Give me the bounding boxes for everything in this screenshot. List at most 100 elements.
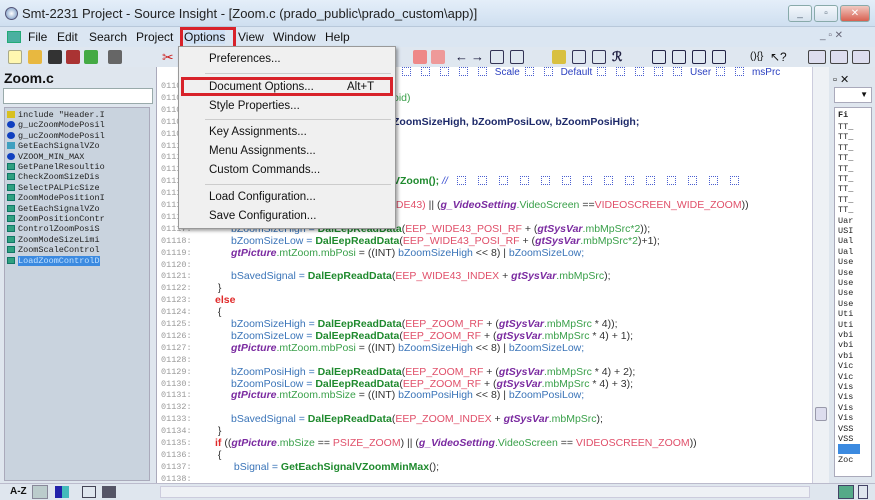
relation-item[interactable]: TT_ <box>838 143 853 153</box>
close-button[interactable]: ✕ <box>840 5 870 22</box>
relation-item[interactable]: vbi <box>838 351 853 361</box>
minimize-button[interactable]: _ <box>788 5 812 22</box>
relation-item[interactable]: Vis <box>838 413 853 423</box>
lock-icon[interactable] <box>552 50 566 64</box>
relation-item[interactable]: Vis <box>838 382 853 392</box>
relation-item[interactable]: Uti <box>838 320 853 330</box>
relation-item[interactable] <box>838 444 860 455</box>
context-icon[interactable] <box>830 50 848 64</box>
relation-window-icon[interactable] <box>852 50 870 64</box>
cut-icon[interactable]: ✂ <box>162 50 176 64</box>
vertical-scrollbar[interactable] <box>812 67 829 485</box>
relation-item[interactable]: TT_ <box>838 205 853 215</box>
menu-search[interactable]: Search <box>89 30 127 44</box>
relation-item[interactable]: Zoc <box>838 455 853 465</box>
relation-item[interactable]: Use <box>838 257 853 267</box>
relation-item[interactable]: vbi <box>838 330 853 340</box>
relation-item[interactable]: TT_ <box>838 174 853 184</box>
forward-icon[interactable]: → <box>471 50 485 64</box>
symbol-item[interactable]: LoadZoomControlD <box>7 255 137 266</box>
relation-item[interactable]: Vic <box>838 361 853 371</box>
symbol-default[interactable]: Default <box>561 67 593 78</box>
horizontal-split-icon[interactable] <box>692 50 706 64</box>
cascade-icon[interactable] <box>712 50 726 64</box>
relation-item[interactable]: Uti <box>838 309 853 319</box>
relation-item[interactable]: VSS <box>838 434 853 444</box>
symbol-item[interactable]: g_ucZoomModePosil <box>7 131 137 141</box>
browse-icon[interactable] <box>82 486 96 498</box>
symbol-item[interactable]: GetPanelResoultio <box>7 162 137 172</box>
menu-item-style-properties[interactable]: Style Properties... <box>209 100 300 112</box>
symbol-msprc[interactable]: msPrc <box>752 67 780 78</box>
symbol-item[interactable]: ControlZoomPosiS <box>7 224 137 234</box>
back-icon[interactable]: ← <box>455 50 469 64</box>
relation-item[interactable]: Vis <box>838 392 853 402</box>
symbol-item[interactable]: GetEachSignalVZo <box>7 204 137 214</box>
panel-pin-close-icon[interactable]: ▫ ✕ <box>833 73 849 86</box>
symbol-item[interactable]: ZoomPositionContr <box>7 214 137 224</box>
relation-item[interactable]: TT_ <box>838 132 853 142</box>
symbol-search-input[interactable] <box>3 88 153 104</box>
symbol-item[interactable]: CheckZoomSizeDis <box>7 172 137 182</box>
help-cursor-icon[interactable]: ↖? <box>770 50 787 64</box>
relation-item[interactable]: USI <box>838 226 853 236</box>
relation-item[interactable]: TT_ <box>838 122 853 132</box>
relation-item[interactable]: TT_ <box>838 195 853 205</box>
menu-item-custom-commands[interactable]: Custom Commands... <box>209 164 320 176</box>
relation-item[interactable]: TT_ <box>838 153 853 163</box>
context-window-icon[interactable] <box>838 485 854 499</box>
menu-item-save-configuration[interactable]: Save Configuration... <box>209 210 316 222</box>
relation-item[interactable]: Use <box>838 278 853 288</box>
sort-az-button[interactable]: A-Z <box>10 486 27 497</box>
mdi-controls[interactable]: _ ▫ ✕ <box>820 30 843 41</box>
relation-item[interactable]: TT_ <box>838 164 853 174</box>
relation-item[interactable]: Uar <box>838 216 853 226</box>
relation-icon[interactable]: ℛ <box>612 50 626 64</box>
menu-help[interactable]: Help <box>325 30 350 44</box>
symbol-item[interactable]: ZoomScaleControl <box>7 245 137 255</box>
relation-item[interactable]: VSS <box>838 424 853 434</box>
symbol-list[interactable]: include "Header.I g_ucZoomModePosil g_ucZo… <box>4 107 150 481</box>
dropdown-arrow-icon[interactable]: ▼ <box>834 87 872 103</box>
horizontal-scrollbar[interactable] <box>160 486 810 498</box>
print-icon[interactable] <box>108 50 122 64</box>
symbol-item[interactable]: ZoomModeSizeLimi <box>7 235 137 245</box>
open-folder-icon[interactable] <box>28 50 42 64</box>
symbol-types-icon[interactable] <box>55 486 69 498</box>
scrollbar-thumb[interactable] <box>815 407 827 421</box>
relation-item[interactable]: Ual <box>838 236 853 246</box>
menu-edit[interactable]: Edit <box>57 30 78 44</box>
save-all-icon[interactable] <box>66 50 80 64</box>
restore-button[interactable]: ▫ <box>814 5 838 22</box>
list-view-icon[interactable] <box>32 485 48 499</box>
save-icon[interactable] <box>48 50 62 64</box>
project-window-icon[interactable] <box>102 486 116 498</box>
symbol-item[interactable]: g_ucZoomModePosil <box>7 120 137 130</box>
menu-item-load-configuration[interactable]: Load Configuration... <box>209 191 316 203</box>
symbol-item[interactable]: include "Header.I <box>7 110 137 120</box>
symbol-user[interactable]: User <box>690 67 711 78</box>
menu-view[interactable]: View <box>238 30 264 44</box>
panel-toggle-icon[interactable] <box>808 50 826 64</box>
close-file-icon[interactable] <box>84 50 98 64</box>
new-file-icon[interactable] <box>8 50 22 64</box>
relation-item[interactable]: Vis <box>838 403 853 413</box>
symbol-item[interactable]: VZOOM_MIN_MAX <box>7 152 137 162</box>
symbol-item[interactable]: GetEachSignalVZo <box>7 141 137 151</box>
maximize-pane-icon[interactable] <box>672 50 686 64</box>
menu-file[interactable]: File <box>28 30 47 44</box>
relation-item[interactable]: Vic <box>838 372 853 382</box>
relation-item[interactable]: Use <box>838 299 853 309</box>
menu-item-key-assignments[interactable]: Key Assignments... <box>209 126 307 138</box>
tile-icon[interactable] <box>652 50 666 64</box>
jump-icon[interactable] <box>490 50 504 64</box>
symbol-scale[interactable]: Scale <box>495 67 520 78</box>
menu-window[interactable]: Window <box>273 30 316 44</box>
bookmark-next-icon[interactable] <box>431 50 445 64</box>
relation-item[interactable]: TT_ <box>838 184 853 194</box>
jump-back-icon[interactable] <box>510 50 524 64</box>
split-icon[interactable] <box>592 50 606 64</box>
menu-project[interactable]: Project <box>136 30 173 44</box>
relation-item[interactable]: Ual <box>838 247 853 257</box>
relation-item[interactable]: Use <box>838 268 853 278</box>
